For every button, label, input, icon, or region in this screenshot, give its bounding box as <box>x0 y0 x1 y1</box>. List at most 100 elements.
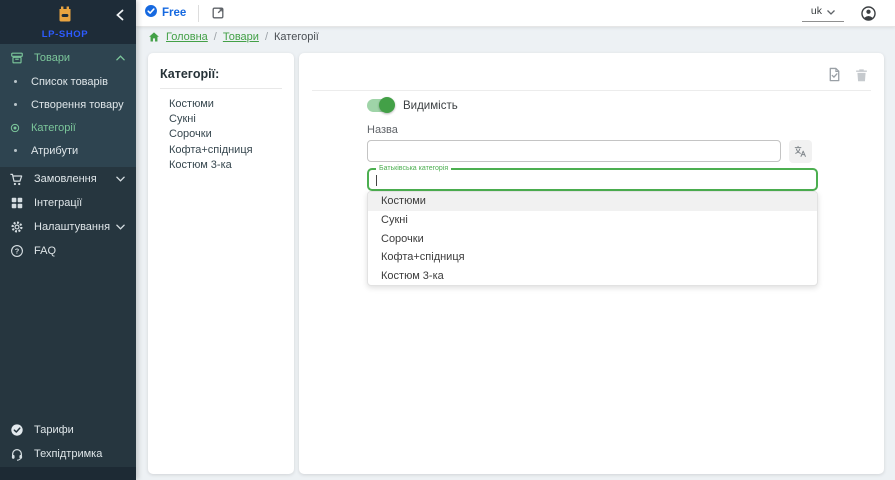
svg-text:?: ? <box>14 247 19 256</box>
save-button[interactable] <box>827 67 842 82</box>
home-icon[interactable] <box>148 31 160 43</box>
dropdown-option[interactable]: Сорочки <box>368 229 817 248</box>
divider <box>312 90 871 91</box>
visibility-label: Видимість <box>403 100 458 112</box>
sidebar-item-label: Список товарів <box>31 76 126 88</box>
breadcrumb-current: Категорії <box>274 31 319 43</box>
dropdown-option[interactable]: Сукні <box>368 211 817 230</box>
breadcrumb-separator: / <box>265 31 268 43</box>
sidebar-item-faq[interactable]: ? FAQ <box>0 239 136 263</box>
apps-grid-icon <box>8 196 25 210</box>
sidebar-item-support[interactable]: Техпідтримка <box>0 442 136 466</box>
topbar: Free uk <box>136 0 895 27</box>
gear-icon <box>8 220 25 234</box>
dropdown-option[interactable]: Кофта+спідниця <box>368 248 817 267</box>
sidebar-item-products[interactable]: Товари <box>0 46 136 70</box>
sidebar-collapse-button[interactable] <box>113 8 127 22</box>
sidebar-item-categories[interactable]: Категорії <box>0 116 136 139</box>
account-icon <box>860 5 877 22</box>
bullet-icon <box>8 80 22 83</box>
breadcrumb: Головна / Товари / Категорії <box>148 31 319 43</box>
sidebar-item-label: Атрибути <box>31 145 126 157</box>
open-storefront-button[interactable] <box>211 6 225 20</box>
breadcrumb-separator: / <box>214 31 217 43</box>
sidebar-item-integrations[interactable]: Інтеграції <box>0 191 136 215</box>
chevron-down-icon <box>114 176 126 182</box>
language-select[interactable]: uk <box>802 5 844 22</box>
app-window: LP-SHOP Товари Список товарів <box>0 0 895 480</box>
category-list-item[interactable]: Кофта+спідниця <box>169 143 294 158</box>
chevron-up-icon <box>114 55 126 61</box>
sidebar-item-label: Тарифи <box>34 424 126 436</box>
sidebar: LP-SHOP Товари Список товарів <box>0 0 136 480</box>
sidebar-item-label: Створення товару <box>31 99 126 111</box>
translate-icon <box>794 145 807 158</box>
name-field-label: Назва <box>367 124 398 136</box>
cart-icon <box>8 172 25 187</box>
sidebar-item-orders[interactable]: Замовлення <box>0 167 136 191</box>
dropdown-option[interactable]: Костюм 3-ка <box>368 267 817 286</box>
language-value: uk <box>811 5 822 17</box>
sidebar-item-label: Налаштування <box>34 221 114 233</box>
parent-category-dropdown: Костюми Сукні Сорочки Кофта+спідниця Кос… <box>367 191 818 286</box>
toggle-knob <box>379 97 395 113</box>
sidebar-item-attributes[interactable]: Атрибути <box>0 139 136 162</box>
parent-category-input[interactable] <box>369 170 816 189</box>
external-link-icon <box>211 6 225 20</box>
shopping-bag-icon <box>56 5 74 28</box>
help-circle-icon: ? <box>8 244 25 258</box>
sidebar-item-tariffs[interactable]: Тарифи <box>0 418 136 442</box>
category-list-item[interactable]: Костюм 3-ка <box>169 158 294 173</box>
verified-check-icon <box>144 4 158 23</box>
chevron-down-icon <box>114 224 126 230</box>
visibility-toggle[interactable] <box>367 99 394 112</box>
sidebar-item-label: Категорії <box>31 122 126 134</box>
text-cursor <box>376 175 377 186</box>
bullet-icon <box>8 149 22 152</box>
categories-list: Костюми Сукні Сорочки Кофта+спідниця Кос… <box>148 89 294 173</box>
translate-button[interactable] <box>789 140 812 163</box>
breadcrumb-link-products[interactable]: Товари <box>223 31 259 43</box>
category-list-item[interactable]: Сорочки <box>169 127 294 142</box>
sidebar-bottom: Тарифи Техпідтримка <box>0 418 136 466</box>
dropdown-option[interactable]: Костюми <box>368 192 817 211</box>
delete-button[interactable] <box>855 68 868 82</box>
sidebar-group-products: Товари Список товарів Створення товару К… <box>0 44 136 167</box>
save-file-icon <box>827 67 842 82</box>
sidebar-item-label: Інтеграції <box>34 197 126 209</box>
box-icon <box>8 51 25 65</box>
categories-panel-title: Категорії: <box>160 67 282 81</box>
visibility-row: Видимість <box>367 99 458 112</box>
categories-panel: Категорії: Костюми Сукні Сорочки Кофта+с… <box>148 53 294 474</box>
plan-label: Free <box>162 7 186 19</box>
sidebar-item-label: Техпідтримка <box>34 448 126 460</box>
name-input[interactable] <box>367 140 781 162</box>
topbar-divider <box>198 5 199 22</box>
category-list-item[interactable]: Костюми <box>169 97 294 112</box>
logo-text: LP-SHOP <box>42 29 88 40</box>
bullet-icon <box>8 103 22 106</box>
plan-badge[interactable]: Free <box>144 4 186 23</box>
category-list-item[interactable]: Сукні <box>169 112 294 127</box>
radio-checked-icon <box>8 123 22 133</box>
sidebar-item-product-list[interactable]: Список товарів <box>0 70 136 93</box>
parent-category-field: Батьківська категорія <box>367 168 818 191</box>
sidebar-item-label: Замовлення <box>34 173 114 185</box>
account-button[interactable] <box>860 5 877 22</box>
chevron-left-icon <box>115 9 125 21</box>
sidebar-item-settings[interactable]: Налаштування <box>0 215 136 239</box>
sidebar-item-label: FAQ <box>34 245 126 257</box>
trash-icon <box>855 68 868 82</box>
sidebar-footer-strip <box>0 467 136 480</box>
headset-icon <box>8 447 25 461</box>
logo[interactable]: LP-SHOP <box>42 5 88 40</box>
check-circle-icon <box>8 423 25 437</box>
topbar-right: uk <box>802 5 877 22</box>
breadcrumb-link-home[interactable]: Головна <box>166 31 208 43</box>
caret-down-icon <box>827 10 835 15</box>
editor-actions <box>827 67 868 82</box>
category-editor-panel: Видимість Назва Батьківська категорія Ко… <box>299 53 884 474</box>
sidebar-item-product-create[interactable]: Створення товару <box>0 93 136 116</box>
sidebar-header: LP-SHOP <box>0 0 136 44</box>
sidebar-item-label: Товари <box>34 52 114 64</box>
